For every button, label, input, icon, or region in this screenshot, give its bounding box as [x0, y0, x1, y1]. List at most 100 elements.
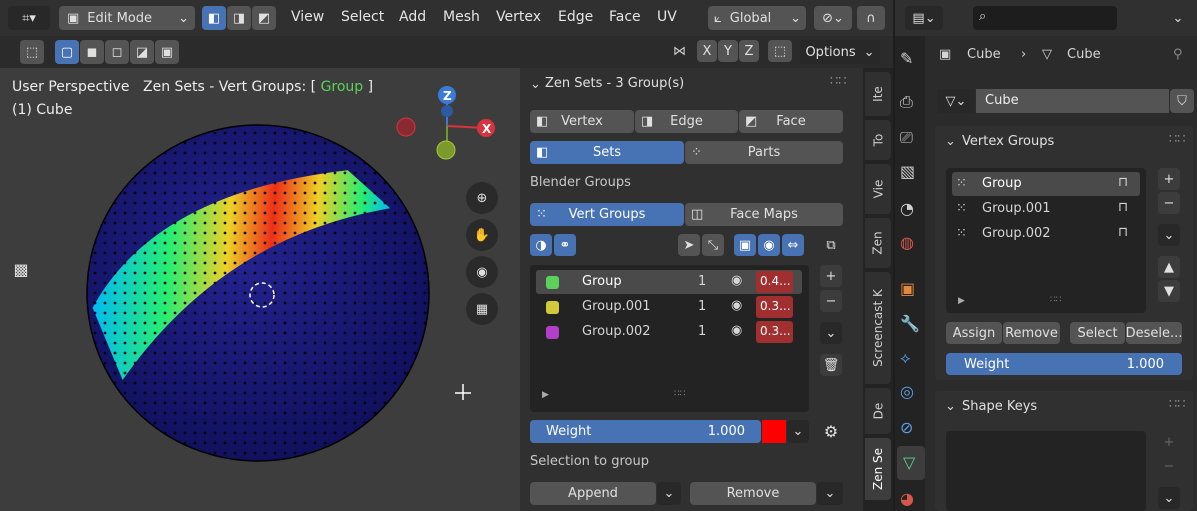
- view-layer-icon[interactable]: ▧: [900, 164, 915, 180]
- pan-button[interactable]: ✋: [466, 219, 498, 251]
- group-color-swatch[interactable]: [546, 276, 559, 289]
- menu-add[interactable]: Add: [399, 9, 426, 25]
- render-icon[interactable]: ⎙: [900, 94, 913, 110]
- menu-edge[interactable]: Edge: [558, 9, 593, 25]
- list-item[interactable]: ⁙ Group.002 ⊓: [952, 222, 1140, 246]
- group-weight-value[interactable]: 0.3...: [756, 321, 793, 343]
- auto-merge-button[interactable]: ⬚: [768, 40, 792, 62]
- fake-user-button[interactable]: ⛉: [1170, 89, 1194, 113]
- material-icon[interactable]: ◕: [900, 491, 914, 507]
- mirror-y-button[interactable]: Y: [718, 40, 738, 62]
- add-vertex-group-button[interactable]: +: [1158, 168, 1180, 190]
- select-intersect-button[interactable]: ▣: [155, 40, 179, 64]
- drag-handle-icon[interactable]: ∷∷: [1169, 132, 1186, 147]
- particles-icon[interactable]: ⟡: [900, 350, 911, 366]
- camera-view-button[interactable]: ◉: [466, 256, 498, 288]
- mesh-name-field[interactable]: Cube: [976, 89, 1169, 113]
- world-icon[interactable]: ◍: [900, 235, 914, 251]
- assign-button[interactable]: Assign: [946, 322, 1002, 344]
- remove-shape-key-button[interactable]: −: [1158, 455, 1180, 477]
- lock-icon[interactable]: ⊓: [1118, 175, 1128, 190]
- vertex-group-specials-button[interactable]: ⌄: [1158, 224, 1180, 246]
- sync-button[interactable]: ⇔: [782, 234, 804, 256]
- select-subtract-button[interactable]: ◻: [105, 40, 129, 64]
- tab-zen[interactable]: Zen: [865, 218, 891, 268]
- properties-editor-type-button[interactable]: ▤⌄: [905, 6, 943, 30]
- eye-icon[interactable]: ◉: [731, 323, 742, 338]
- output-icon[interactable]: ⎚: [900, 130, 913, 146]
- menu-select[interactable]: Select: [341, 9, 384, 25]
- gizmo-neg-y-axis[interactable]: [436, 140, 456, 160]
- edge-select-mode-button[interactable]: ◨: [227, 6, 251, 30]
- select-vertices-button[interactable]: Select: [1070, 322, 1125, 344]
- select-extend-button[interactable]: ◼: [80, 40, 104, 64]
- mirror-x-button[interactable]: X: [697, 40, 717, 62]
- tab-screencast-keys[interactable]: Screencast K: [865, 272, 891, 384]
- modifier-icon[interactable]: 🔧: [900, 316, 920, 332]
- deselect-vertices-button[interactable]: Desele...: [1126, 322, 1182, 344]
- snap-button[interactable]: ∩: [857, 6, 885, 30]
- parts-button[interactable]: ⁘ Parts: [685, 141, 843, 164]
- move-down-button[interactable]: ▼: [1158, 280, 1180, 302]
- copy-button[interactable]: ⧉: [820, 234, 842, 256]
- visibility-button[interactable]: ◉: [758, 234, 780, 256]
- properties-search-input[interactable]: ⌕: [973, 6, 1117, 30]
- select-new-button[interactable]: ▢: [55, 40, 79, 64]
- options-dropdown[interactable]: Options ⌄: [800, 40, 880, 64]
- face-maps-button[interactable]: ◫ Face Maps: [685, 203, 843, 226]
- weight-slider[interactable]: Weight 1.000: [530, 420, 761, 443]
- tab-tool[interactable]: To: [865, 120, 891, 160]
- gizmo-neg-z-axis[interactable]: [441, 105, 453, 117]
- lock-icon[interactable]: ⊓: [1118, 200, 1128, 215]
- remove-vertex-group-button[interactable]: −: [1158, 192, 1180, 214]
- remove-from-group-button[interactable]: Remove: [1003, 322, 1060, 344]
- list-item[interactable]: ⁙ Group.001 ⊓: [952, 197, 1140, 221]
- group-mode-a-button[interactable]: ◑: [530, 234, 552, 256]
- mode-face-button[interactable]: ◩ Face: [739, 110, 843, 133]
- viewport-3d[interactable]: User Perspective Zen Sets - Vert Groups:…: [0, 68, 520, 511]
- menu-vertex[interactable]: Vertex: [496, 9, 541, 25]
- gizmo-neg-x-axis[interactable]: [396, 117, 416, 137]
- settings-button[interactable]: ⚙: [820, 420, 842, 442]
- menu-face[interactable]: Face: [609, 9, 641, 25]
- collapse-arrow-icon[interactable]: ⌄: [945, 134, 956, 149]
- vertex-weight-slider[interactable]: Weight 1.000: [946, 353, 1182, 375]
- collapse-arrow-icon[interactable]: ⌄: [945, 399, 956, 414]
- pivot-point-button[interactable]: ⊘⌄: [814, 6, 852, 30]
- append-dropdown[interactable]: ⌄: [657, 482, 681, 505]
- menu-view[interactable]: View: [291, 9, 324, 25]
- group-color-swatch[interactable]: [546, 326, 559, 339]
- mesh-browse-button[interactable]: ▽⌄: [937, 89, 975, 113]
- isolate-button[interactable]: ▣: [734, 234, 756, 256]
- group-color-swatch[interactable]: [546, 301, 559, 314]
- group-link-button[interactable]: ⚭: [554, 234, 576, 256]
- eye-icon[interactable]: ◉: [731, 298, 742, 313]
- transform-orientation-dropdown[interactable]: ⟀ Global ⌄: [708, 6, 806, 30]
- scene-icon[interactable]: ◔: [900, 201, 914, 217]
- weight-dropdown[interactable]: ⌄: [787, 420, 809, 443]
- object-icon[interactable]: ▣: [900, 281, 915, 297]
- lock-icon[interactable]: ⊓: [1118, 225, 1128, 240]
- select-group-button[interactable]: ➤: [678, 234, 700, 256]
- constraints-icon[interactable]: ⊘: [900, 420, 913, 436]
- tab-de[interactable]: De: [865, 388, 891, 434]
- remove-button[interactable]: Remove: [690, 482, 816, 505]
- list-item[interactable]: ⁙ Group ⊓: [952, 172, 1140, 196]
- weight-color-swatch[interactable]: [762, 420, 786, 443]
- collapse-arrow-icon[interactable]: ⌄: [530, 77, 541, 92]
- vert-groups-button[interactable]: ⁙ Vert Groups: [530, 203, 684, 226]
- list-item[interactable]: Group.002 1 ◉ 0.3...: [536, 320, 802, 344]
- pin-icon[interactable]: ⚲: [1173, 47, 1183, 62]
- tool-settings-icon[interactable]: ✎: [900, 51, 913, 67]
- list-resize-handle-icon[interactable]: ∷∷: [1050, 295, 1061, 305]
- add-shape-key-button[interactable]: +: [1158, 431, 1180, 453]
- editor-type-button[interactable]: ⌗▾: [8, 6, 50, 30]
- menu-uv[interactable]: UV: [657, 9, 677, 25]
- perspective-toggle-button[interactable]: ▦: [466, 293, 498, 325]
- group-specials-button[interactable]: ⌄: [820, 322, 842, 344]
- properties-options-button[interactable]: ⌄: [1167, 6, 1189, 30]
- eye-icon[interactable]: ◉: [731, 273, 742, 288]
- tab-view[interactable]: Vie: [865, 164, 891, 214]
- remove-group-button[interactable]: −: [820, 290, 842, 312]
- physics-icon[interactable]: ◎: [900, 384, 914, 400]
